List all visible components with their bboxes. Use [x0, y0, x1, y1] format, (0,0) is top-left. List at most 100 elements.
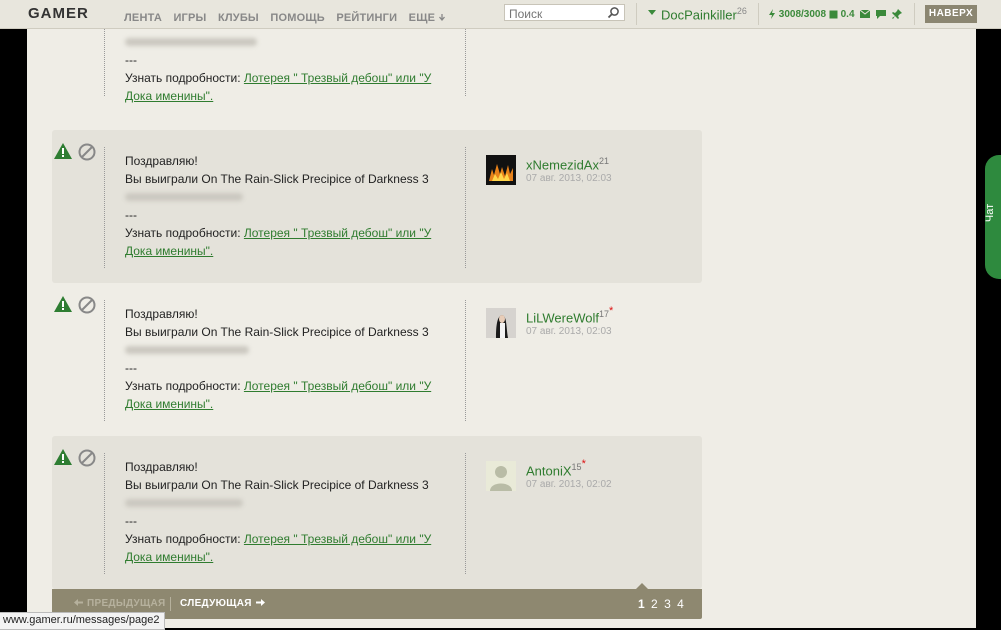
message-item: Поздравляю! Вы выиграли On The Rain-Slic…	[52, 436, 702, 589]
user-menu-chevron-icon[interactable]	[648, 10, 656, 16]
divider	[104, 147, 105, 268]
avatar[interactable]	[486, 461, 516, 491]
nav-item-ratings[interactable]: РЕЙТИНГИ	[336, 12, 397, 24]
lottery-link[interactable]: Лотерея " Трезвый дебош" или "У	[244, 226, 431, 240]
block-icon[interactable]	[78, 143, 96, 161]
gold-icon	[829, 10, 838, 19]
divider	[636, 3, 637, 25]
details-label: Узнать подробности:	[125, 226, 241, 240]
main-nav: ЛЕНТА ИГРЫ КЛУБЫ ПОМОЩЬ РЕЙТИНГИ ЕЩЕ	[124, 8, 453, 26]
avatar[interactable]	[486, 155, 516, 185]
divider	[465, 300, 466, 421]
top-bar: GAMER ЛЕНТА ИГРЫ КЛУБЫ ПОМОЩЬ РЕЙТИНГИ Е…	[0, 0, 1001, 29]
arrow-right-icon	[255, 599, 265, 606]
current-user[interactable]: DocPainkiller26	[661, 6, 747, 22]
author-level: 21	[598, 156, 609, 166]
nav-item-help[interactable]: ПОМОЩЬ	[270, 12, 325, 24]
message-separator: ---	[125, 361, 137, 375]
divider	[465, 453, 466, 574]
details-label: Узнать подробности:	[125, 71, 241, 85]
lottery-link-cont[interactable]: Дока именины".	[125, 244, 213, 258]
block-icon[interactable]	[78, 449, 96, 467]
author-name[interactable]: LiLWereWolf17*	[526, 305, 613, 326]
message-greeting: Поздравляю!	[125, 307, 198, 321]
author-name-text: xNemezidAx	[526, 157, 599, 173]
star-icon: *	[581, 458, 586, 470]
lottery-link[interactable]: Лотерея " Трезвый дебош" или "У	[244, 379, 431, 393]
energy-value: 3008/3008	[778, 9, 827, 20]
warning-icon[interactable]	[54, 296, 72, 312]
page-link-current[interactable]: 1	[638, 597, 645, 611]
message-separator: ---	[125, 53, 137, 67]
page-link[interactable]: 3	[664, 597, 671, 611]
details-line-cont: Дока именины".	[125, 87, 455, 105]
message-separator: ---	[125, 208, 137, 222]
author-name-text: LiLWereWolf	[526, 310, 599, 326]
nav-item-feed[interactable]: ЛЕНТА	[124, 12, 162, 24]
message-greeting: Поздравляю!	[125, 154, 198, 168]
details-line-cont: Дока именины".	[125, 395, 455, 413]
author-name[interactable]: AntoniX15*	[526, 458, 586, 479]
divider	[104, 19, 105, 96]
next-page-button[interactable]: СЛЕДУЮЩАЯ	[180, 598, 265, 609]
warning-icon[interactable]	[54, 143, 72, 159]
message-item: Поздравляю! Вы выиграли On The Rain-Slic…	[52, 130, 702, 283]
author-name[interactable]: xNemezidAx21	[526, 156, 609, 172]
chat-tab[interactable]: Чат	[984, 155, 1001, 279]
lottery-link[interactable]: Лотерея " Трезвый дебош" или "У	[244, 532, 431, 546]
details-label: Узнать подробности:	[125, 532, 241, 546]
avatar[interactable]	[486, 308, 516, 338]
messages-page: --- Узнать подробности: Лотерея " Трезвы…	[27, 13, 976, 628]
site-logo[interactable]: GAMER	[28, 5, 89, 22]
message-item: --- Узнать подробности: Лотерея " Трезвы…	[52, 13, 702, 111]
nav-item-more[interactable]: ЕЩЕ	[409, 12, 446, 24]
chat-tab-label: Чат	[984, 203, 997, 223]
page-numbers: 1 2 3 4	[638, 597, 687, 611]
star-icon: *	[609, 305, 614, 317]
author-name-text: AntoniX	[526, 463, 572, 479]
divider	[170, 597, 171, 611]
lottery-link[interactable]: Лотерея " Трезвый дебош" или "У	[244, 71, 431, 85]
details-line-cont: Дока именины".	[125, 548, 455, 566]
message-actions	[54, 143, 98, 161]
chat-bubble-icon[interactable]	[876, 9, 887, 19]
redacted-code	[125, 188, 455, 206]
page-link[interactable]: 4	[677, 597, 684, 611]
details-line-cont: Дока именины".	[125, 242, 455, 260]
warning-icon[interactable]	[54, 449, 72, 465]
mail-icon[interactable]	[860, 10, 871, 19]
divider	[104, 453, 105, 574]
search-box	[504, 4, 625, 22]
divider	[465, 147, 466, 268]
message-greeting: Поздравляю!	[125, 460, 198, 474]
details-line: Узнать подробности: Лотерея " Трезвый де…	[125, 69, 455, 87]
energy-icon	[769, 9, 775, 20]
prev-page-button[interactable]: ПРЕДЫДУЩАЯ	[74, 598, 166, 609]
message-date: 07 авг. 2013, 02:02	[526, 479, 612, 490]
message-prize: Вы выиграли On The Rain-Slick Precipice …	[125, 325, 429, 339]
search-icon[interactable]	[607, 6, 620, 19]
prev-page-label: ПРЕДЫДУЩАЯ	[87, 598, 166, 609]
page-link[interactable]: 2	[651, 597, 658, 611]
message-prize: Вы выиграли On The Rain-Slick Precipice …	[125, 172, 429, 186]
message-actions	[54, 296, 98, 314]
lottery-link-cont[interactable]: Дока именины".	[125, 550, 213, 564]
block-icon[interactable]	[78, 296, 96, 314]
search-input[interactable]	[505, 6, 604, 22]
message-separator: ---	[125, 514, 137, 528]
lottery-link-cont[interactable]: Дока именины".	[125, 397, 213, 411]
next-page-label: СЛЕДУЮЩАЯ	[180, 598, 252, 609]
back-to-top-button[interactable]: НАВЕРХ	[925, 5, 977, 23]
author-level: 17	[598, 309, 609, 319]
details-label: Узнать подробности:	[125, 379, 241, 393]
lottery-link-cont[interactable]: Дока именины".	[125, 89, 213, 103]
nav-item-clubs[interactable]: КЛУБЫ	[218, 12, 259, 24]
details-line: Узнать подробности: Лотерея " Трезвый де…	[125, 224, 455, 242]
nav-item-games[interactable]: ИГРЫ	[173, 12, 206, 24]
arrow-down-icon	[439, 14, 446, 22]
status-bar-url: www.gamer.ru/messages/page2	[0, 612, 165, 630]
redacted-code	[125, 33, 455, 51]
message-item: Поздравляю! Вы выиграли On The Rain-Slic…	[52, 283, 702, 436]
pin-icon[interactable]	[891, 9, 902, 20]
message-body: Поздравляю! Вы выиграли On The Rain-Slic…	[125, 152, 455, 260]
